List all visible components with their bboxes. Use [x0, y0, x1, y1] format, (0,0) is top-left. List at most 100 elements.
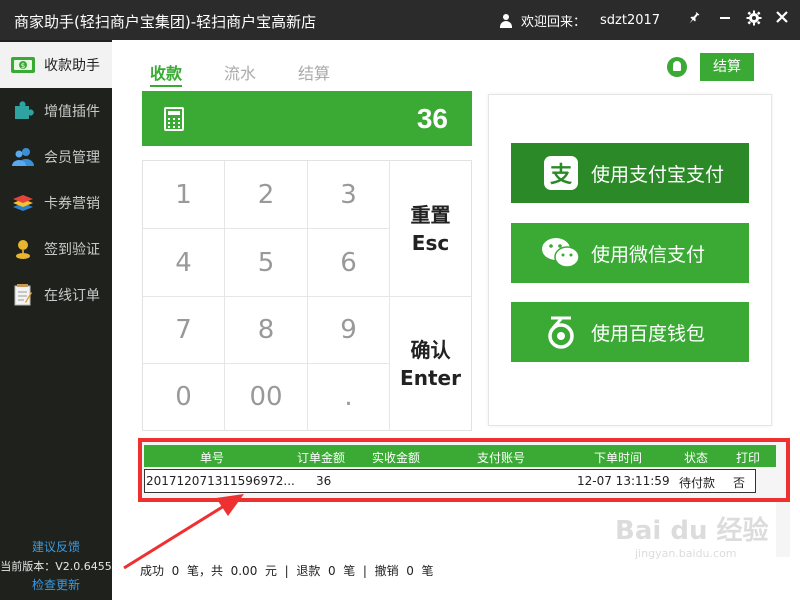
sidebar-item-online-orders[interactable]: 在线订单: [0, 272, 112, 318]
cell-status: 待付款: [679, 476, 716, 490]
confirm-label: 确认: [410, 337, 451, 362]
tab-settlement[interactable]: 结算: [298, 60, 330, 84]
key-9[interactable]: 9: [308, 297, 390, 364]
puzzle-icon: [10, 98, 36, 124]
sidebar-item-label: 收款助手: [44, 58, 100, 74]
reset-shortcut: Esc: [411, 230, 450, 255]
orders-table-header: 单号 订单金额 实收金额 支付账号 下单时间 状态 打印: [144, 445, 776, 467]
key-3[interactable]: 3: [308, 161, 390, 229]
header-status: 状态: [684, 451, 709, 465]
key-1[interactable]: 1: [143, 161, 225, 229]
cell-print: 否: [733, 476, 746, 490]
check-update-link[interactable]: 检查更新: [0, 576, 112, 593]
cell-order-amount: 36: [316, 474, 332, 488]
unit-yuan: 元: [264, 564, 277, 578]
members-icon: [10, 144, 36, 170]
annotation-arrow: [123, 494, 244, 570]
baidu-wallet-button[interactable]: 使用百度钱包: [511, 302, 749, 362]
feedback-link[interactable]: 建议反馈: [0, 538, 112, 555]
watermark-main: Bai du 经验: [615, 516, 769, 546]
cell-order-no: 201712071311596972...: [146, 474, 295, 488]
header-order-amount: 订单金额: [297, 451, 346, 465]
wechat-pay-button[interactable]: 使用微信支付: [511, 223, 749, 283]
baidu-watermark: Bai du 经验 jingyan.baidu.com: [615, 510, 769, 560]
key-5[interactable]: 5: [225, 229, 308, 297]
key-8[interactable]: 8: [225, 297, 308, 364]
payment-panel: 支 使用支付宝支付 使用微信支付 使用百度钱包: [488, 94, 772, 426]
close-button[interactable]: [772, 10, 792, 30]
checkin-icon: [10, 236, 36, 262]
separator: |: [284, 564, 289, 578]
success-count: 0: [171, 564, 180, 578]
separator: |: [362, 564, 367, 578]
total-label: ，共: [198, 564, 223, 578]
wechat-pay-label: 使用微信支付: [591, 243, 706, 266]
window-title: 商家助手(轻扫商户宝集团)-轻扫商户宝高新店: [14, 13, 317, 31]
user-icon: [499, 13, 513, 28]
sidebar-item-checkin[interactable]: 签到验证: [0, 226, 112, 272]
alipay-icon: 支: [541, 153, 581, 193]
sidebar-item-coupons[interactable]: 卡券营销: [0, 180, 112, 226]
welcome-text: 欢迎回来：: [521, 15, 587, 30]
confirm-key[interactable]: 确认 Enter: [390, 297, 471, 430]
sidebar-item-label: 签到验证: [44, 242, 100, 258]
sidebar: $ 收款助手 增值插件 会员管理 卡券营销 签到验证 在线订单 建议反馈 当前版…: [0, 40, 112, 600]
sidebar-item-cashier[interactable]: $ 收款助手: [0, 42, 112, 88]
settings-gear-icon[interactable]: [744, 10, 764, 30]
total-amount: 0.00: [230, 564, 258, 578]
reset-key[interactable]: 重置 Esc: [390, 161, 471, 297]
title-bar: 商家助手(轻扫商户宝集团)-轻扫商户宝高新店 欢迎回来： sdzt2017: [0, 0, 800, 40]
username: sdzt2017: [600, 13, 661, 28]
key-4[interactable]: 4: [143, 229, 225, 297]
header-print: 打印: [736, 451, 761, 465]
header-pay-account: 支付账号: [477, 451, 526, 465]
sidebar-item-label: 卡券营销: [44, 196, 100, 212]
reset-label: 重置: [410, 202, 451, 227]
key-decimal[interactable]: .: [308, 364, 390, 430]
notepad-icon: [10, 282, 36, 308]
tab-collect[interactable]: 收款: [150, 60, 183, 87]
key-7[interactable]: 7: [143, 297, 225, 364]
cash-icon: $: [10, 52, 36, 78]
unit-bi: 笔: [343, 564, 356, 578]
sidebar-item-label: 会员管理: [44, 150, 100, 166]
sidebar-item-label: 在线订单: [44, 288, 100, 304]
cancel-label: 撤销: [374, 564, 399, 578]
cards-icon: [10, 190, 36, 216]
refund-count: 0: [327, 564, 336, 578]
sidebar-item-members[interactable]: 会员管理: [0, 134, 112, 180]
key-6[interactable]: 6: [308, 229, 390, 297]
key-0[interactable]: 0: [143, 364, 225, 430]
pin-icon[interactable]: [684, 10, 704, 30]
tab-transactions[interactable]: 流水: [224, 60, 256, 84]
key-00[interactable]: 00: [225, 364, 308, 430]
unit-bi: 笔: [421, 564, 434, 578]
header-received-amount: 实收金额: [372, 451, 421, 465]
wechat-icon: [541, 233, 581, 273]
notification-bell-icon[interactable]: [667, 57, 687, 77]
sidebar-item-label: 增值插件: [44, 104, 100, 120]
keypad: 1 2 3 4 5 6 7 8 9 0 00 . 重置 Esc 确认 Enter: [142, 160, 472, 431]
user-info: 欢迎回来： sdzt2017: [499, 11, 660, 30]
header-order-no: 单号: [200, 451, 225, 465]
sidebar-item-plugins[interactable]: 增值插件: [0, 88, 112, 134]
alipay-button[interactable]: 支 使用支付宝支付: [511, 143, 749, 203]
header-order-time: 下单时间: [594, 451, 643, 465]
success-label: 成功: [140, 564, 165, 578]
cell-order-time: 12-07 13:11:59: [577, 474, 670, 488]
version-text: 当前版本：V2.0.6455: [0, 560, 112, 573]
watermark-sub: jingyan.baidu.com: [635, 547, 737, 560]
alipay-label: 使用支付宝支付: [591, 163, 725, 186]
status-bar: 成功 0 笔，共 0.00 元 | 退款 0 笔 | 撤销 0 笔: [140, 562, 434, 579]
key-2[interactable]: 2: [225, 161, 308, 229]
settle-button[interactable]: 结算: [700, 53, 754, 81]
amount-value: 36: [416, 103, 448, 134]
svg-text:$: $: [21, 62, 25, 70]
unit-bi: 笔: [186, 564, 199, 578]
svg-text:支: 支: [550, 163, 573, 188]
minimize-button[interactable]: [715, 10, 735, 30]
cancel-count: 0: [406, 564, 414, 578]
refund-label: 退款: [296, 564, 321, 578]
amount-display: 36: [142, 91, 472, 146]
confirm-shortcut: Enter: [400, 365, 461, 390]
